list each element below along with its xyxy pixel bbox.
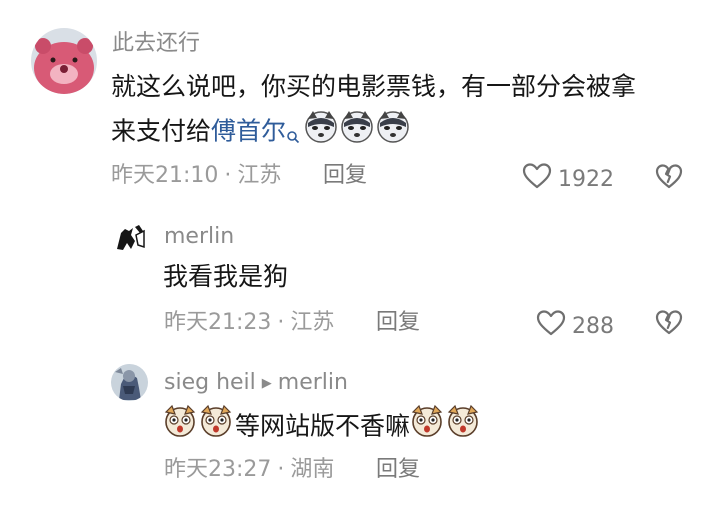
dog-face-emoji-icon — [410, 404, 444, 451]
reply-button[interactable]: 回复 — [376, 456, 420, 484]
comment-location: 江苏 — [237, 163, 282, 188]
reply-text: 我看我是狗 — [163, 262, 289, 291]
dog-face-emoji-icon — [199, 404, 233, 451]
reply-location: 江苏 — [290, 310, 335, 335]
comment-text-prefix: 来支付给 — [111, 116, 212, 146]
reply-text: 等网站版不香嘛 — [235, 411, 411, 441]
comment-time: 昨天21:10 — [111, 163, 219, 188]
comment-text-line2: 来支付给傅首尔 — [111, 109, 412, 157]
heart-icon — [522, 162, 552, 198]
avatar[interactable] — [111, 364, 148, 401]
broken-heart-icon — [655, 310, 683, 340]
like-button[interactable]: 1922 — [522, 162, 614, 198]
broken-heart-icon — [655, 164, 683, 194]
reply-time: 昨天21:23 — [164, 310, 272, 335]
celebrity-link[interactable]: 傅首尔 — [211, 117, 286, 146]
reply-username: sieg heil ▶ merlin — [164, 369, 348, 400]
reply-author[interactable]: sieg heil — [164, 370, 256, 395]
husky-emoji-icon — [376, 109, 410, 156]
dislike-button[interactable] — [655, 309, 683, 340]
reply-meta: 昨天23:27 · 湖南 — [164, 456, 334, 484]
reply-location: 湖南 — [290, 457, 335, 482]
meta-separator: · — [224, 163, 232, 188]
reply-text-line: 等网站版不香嘛 — [163, 404, 482, 451]
husky-emoji-icon — [340, 109, 374, 156]
meta-separator: · — [277, 457, 285, 482]
like-count: 288 — [572, 314, 614, 339]
dog-face-emoji-icon — [446, 404, 480, 451]
dog-face-emoji-icon — [163, 404, 197, 451]
comment-meta: 昨天21:10 · 江苏 — [111, 162, 281, 190]
reply-username[interactable]: merlin — [164, 223, 234, 251]
like-count: 1922 — [558, 167, 614, 192]
reply-button[interactable]: 回复 — [376, 309, 420, 337]
heart-icon — [536, 309, 566, 345]
reply-arrow-icon: ▶ — [261, 376, 272, 391]
reply-meta: 昨天21:23 · 江苏 — [164, 309, 334, 337]
like-button[interactable]: 288 — [536, 309, 614, 345]
dislike-button[interactable] — [655, 163, 683, 194]
reply-to-user[interactable]: merlin — [278, 370, 348, 395]
comment-username[interactable]: 此去还行 — [112, 30, 200, 58]
avatar[interactable] — [111, 219, 148, 256]
meta-separator: · — [277, 310, 285, 335]
husky-emoji-icon — [304, 109, 338, 156]
comment-text-line1: 就这么说吧，你买的电影票钱，有一部分会被拿 — [111, 72, 637, 101]
avatar[interactable] — [31, 28, 97, 94]
search-icon[interactable] — [286, 115, 300, 157]
reply-time: 昨天23:27 — [164, 457, 272, 482]
reply-button[interactable]: 回复 — [323, 162, 367, 190]
